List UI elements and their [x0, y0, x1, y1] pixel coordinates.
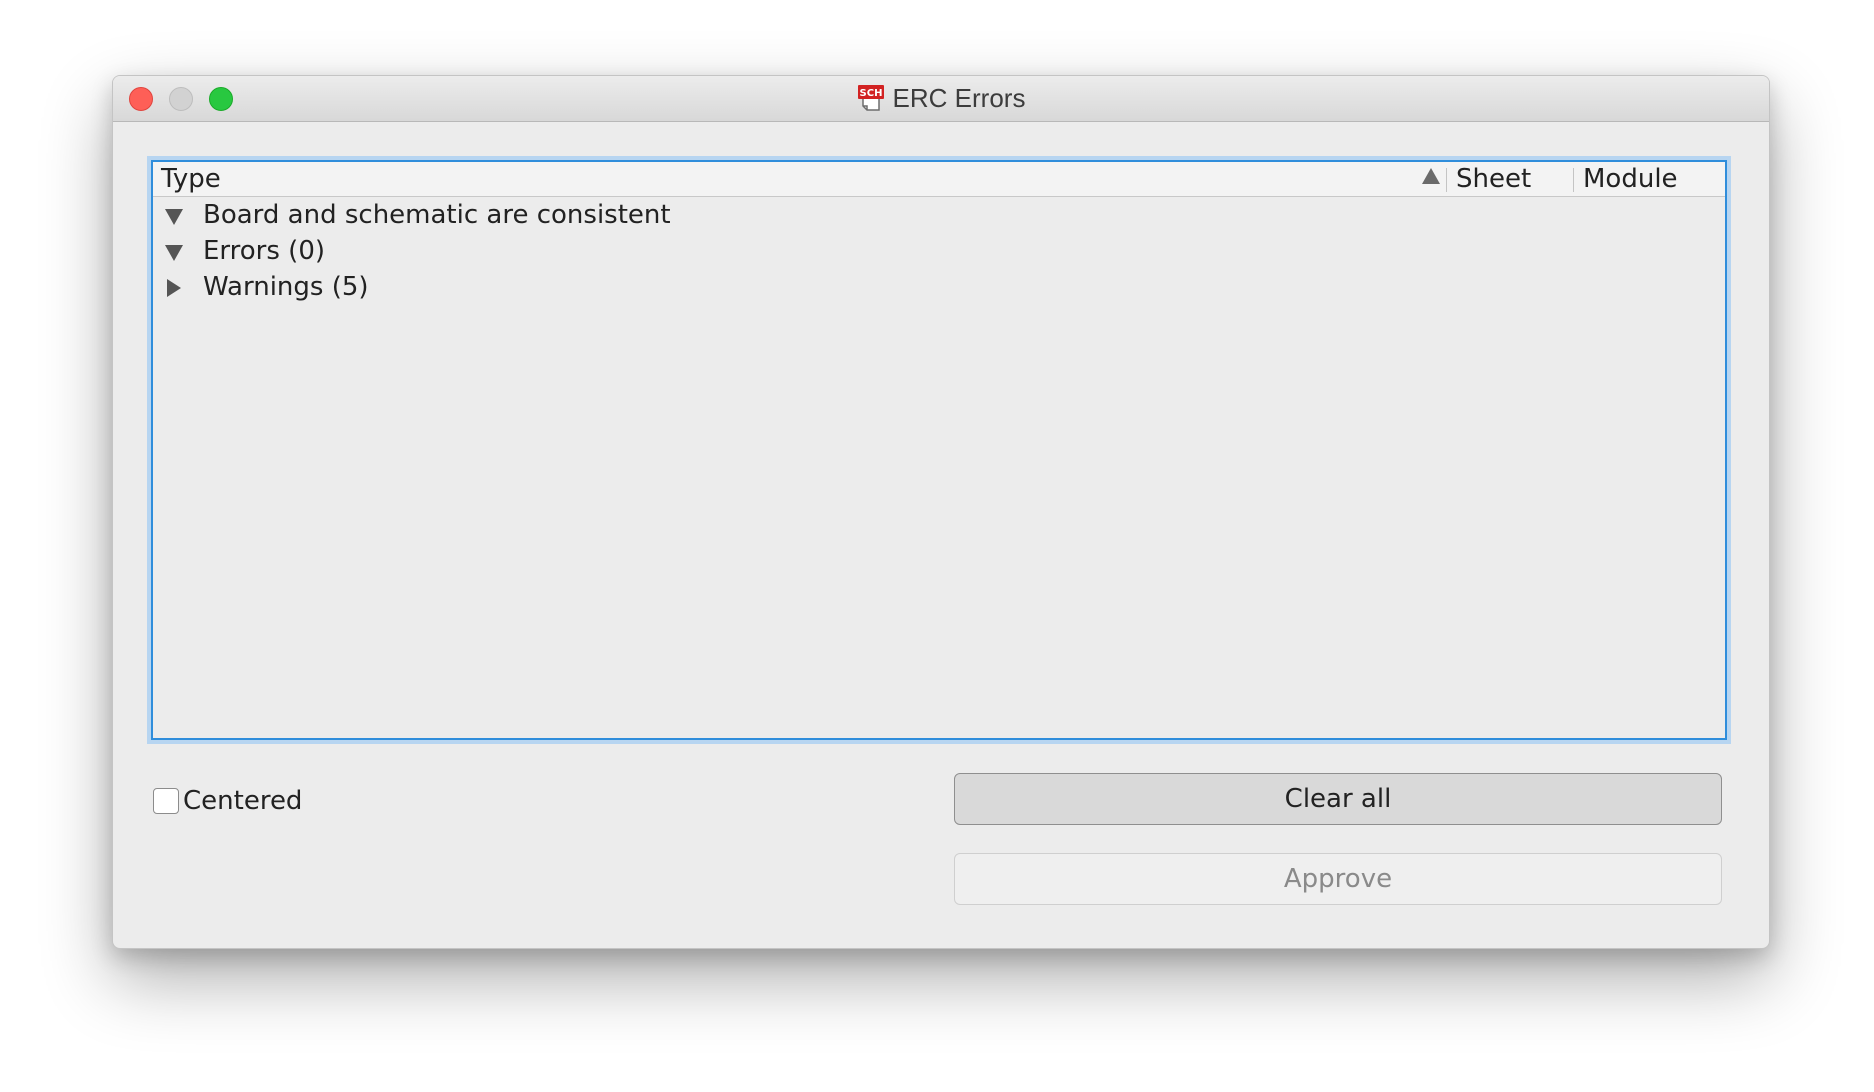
schematic-sch-icon: SCH: [857, 84, 885, 114]
tree-header: Type Sheet Module: [153, 162, 1725, 197]
sort-ascending-icon: [1422, 168, 1440, 184]
clear-all-button[interactable]: Clear all: [954, 773, 1722, 825]
tree-row-label: Errors (0): [203, 236, 326, 266]
tree-row-label: Warnings (5): [203, 272, 369, 302]
tree-row-warnings[interactable]: Warnings (5): [153, 270, 1725, 306]
column-divider[interactable]: [1446, 168, 1447, 192]
column-header-module[interactable]: Module: [1583, 164, 1678, 194]
centered-option[interactable]: Centered: [153, 784, 302, 818]
collapsed-triangle-icon[interactable]: [167, 279, 181, 297]
erc-errors-window: SCH ERC Errors Type Sheet Module Board a…: [112, 75, 1770, 949]
column-divider[interactable]: [1573, 168, 1574, 192]
centered-checkbox[interactable]: [153, 788, 179, 814]
expanded-triangle-icon[interactable]: [165, 245, 183, 261]
erc-tree-view[interactable]: Type Sheet Module Board and schematic ar…: [151, 160, 1727, 740]
screen-background: SCH ERC Errors Type Sheet Module Board a…: [0, 0, 1874, 1092]
title-group: SCH ERC Errors: [113, 76, 1769, 121]
centered-label: Centered: [183, 786, 303, 816]
column-header-sheet[interactable]: Sheet: [1456, 164, 1531, 194]
column-header-type[interactable]: Type: [161, 164, 221, 194]
approve-button: Approve: [954, 853, 1722, 905]
tree-row-label: Board and schematic are consistent: [203, 200, 671, 230]
tree-row-errors[interactable]: Errors (0): [153, 234, 1725, 270]
expanded-triangle-icon[interactable]: [165, 209, 183, 225]
title-bar[interactable]: SCH ERC Errors: [113, 76, 1769, 122]
app-icon-text: SCH: [859, 88, 882, 99]
window-title: ERC Errors: [892, 83, 1026, 113]
tree-row-board-schematic[interactable]: Board and schematic are consistent: [153, 198, 1725, 234]
